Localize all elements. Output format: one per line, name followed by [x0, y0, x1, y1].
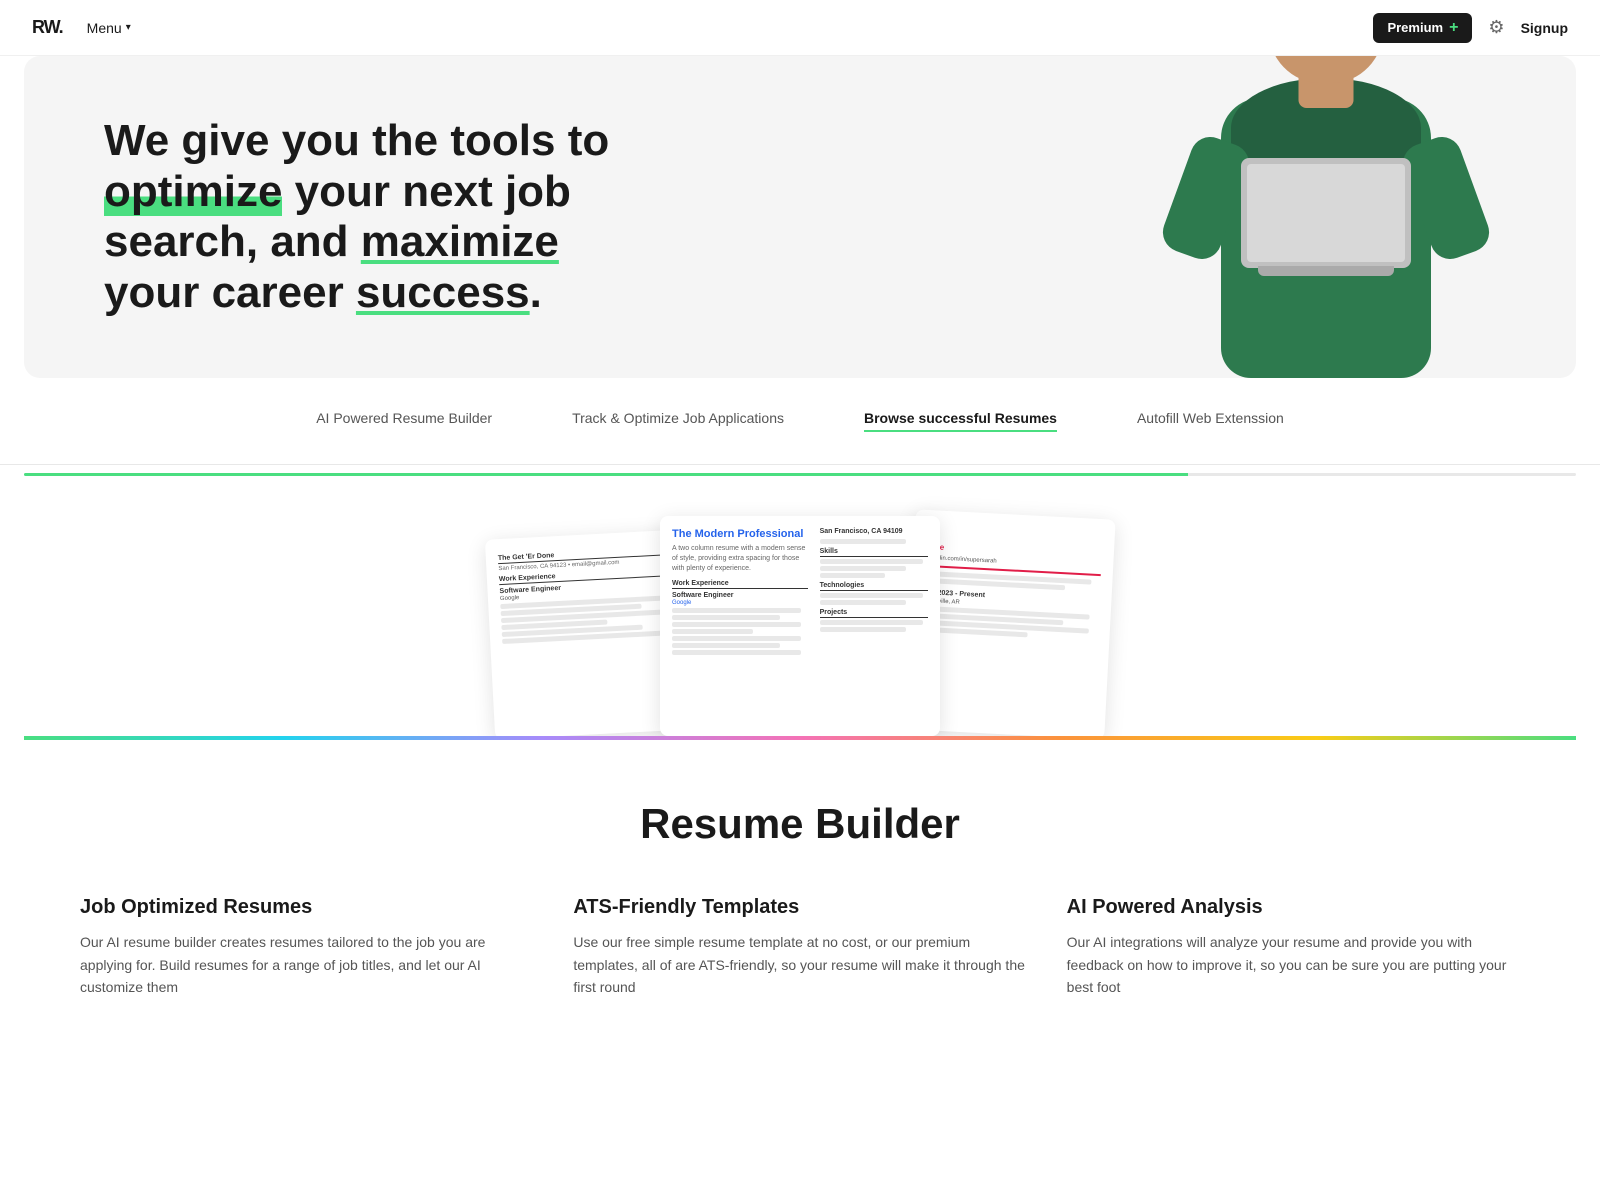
resume-center-rline7 [820, 620, 923, 625]
resume-center-line2 [672, 615, 780, 620]
resume-center-rline2 [820, 559, 923, 564]
premium-label: Premium [1387, 20, 1443, 35]
resume-center-rline3 [820, 566, 907, 571]
feature-tabs: AI Powered Resume Builder Track & Optimi… [0, 378, 1600, 465]
resume-center-projects-heading: Projects [820, 609, 928, 618]
hero-character [1156, 56, 1496, 378]
section-title: Resume Builder [80, 800, 1520, 848]
resume-center-title: The Modern Professional [672, 528, 808, 540]
premium-button[interactable]: Premium + [1373, 13, 1472, 43]
feature-desc-1: Use our free simple resume template at n… [573, 931, 1026, 998]
signup-button[interactable]: Signup [1521, 20, 1568, 36]
resume-center-line1 [672, 608, 801, 613]
features-grid: Job Optimized Resumes Our AI resume buil… [80, 896, 1520, 998]
nav-left: RW. Menu ▾ [32, 17, 131, 38]
resume-builder-section: Resume Builder Job Optimized Resumes Our… [0, 740, 1600, 1038]
feature-desc-0: Our AI resume builder creates resumes ta… [80, 931, 533, 998]
resume-center-rline4 [820, 573, 885, 578]
resume-center-right-col: San Francisco, CA 94109 Skills Technolog… [820, 528, 928, 656]
resume-center-rline6 [820, 600, 907, 605]
hero-section: We give you the tools to optimize your n… [24, 56, 1576, 378]
resume-center-job: Software Engineer [672, 592, 808, 599]
hero-highlight-success: success [356, 268, 530, 317]
resume-card-center: The Modern Professional A two column res… [660, 516, 940, 736]
logo[interactable]: RW. [32, 17, 63, 38]
resume-previews: The Get 'Er Done San Francisco, CA 94123… [0, 476, 1600, 736]
resume-center-we-heading: Work Experience [672, 580, 808, 589]
hero-text: We give you the tools to optimize your n… [104, 116, 664, 318]
premium-plus-icon: + [1449, 19, 1458, 37]
character-head [1269, 56, 1384, 83]
hero-highlight-optimize: optimize [104, 167, 282, 216]
resume-center-rline5 [820, 593, 923, 598]
menu-button[interactable]: Menu ▾ [87, 20, 131, 36]
character-wrapper [1156, 56, 1496, 378]
resume-center-subtitle: A two column resume with a modern sense … [672, 544, 808, 573]
resume-center-line5 [672, 636, 801, 641]
nav-right: Premium + ⚙ Signup [1373, 13, 1568, 43]
resume-center-skills-heading: Skills [820, 548, 928, 557]
feature-title-1: ATS-Friendly Templates [573, 896, 1026, 919]
resume-center-tech-heading: Technologies [820, 582, 928, 591]
tab-browse-resumes[interactable]: Browse successful Resumes [864, 410, 1057, 432]
resume-center-line6 [672, 643, 780, 648]
hero-highlight-maximize: maximize [361, 217, 559, 266]
tab-track-jobs[interactable]: Track & Optimize Job Applications [572, 410, 784, 432]
feature-card-ats: ATS-Friendly Templates Use our free simp… [573, 896, 1026, 998]
feature-card-ai: AI Powered Analysis Our AI integrations … [1067, 896, 1520, 998]
character-laptop [1241, 158, 1411, 268]
resume-center-left-col: The Modern Professional A two column res… [672, 528, 808, 656]
settings-icon[interactable]: ⚙ [1488, 17, 1504, 38]
feature-title-0: Job Optimized Resumes [80, 896, 533, 919]
feature-title-2: AI Powered Analysis [1067, 896, 1520, 919]
hero-headline: We give you the tools to optimize your n… [104, 116, 664, 318]
chevron-down-icon: ▾ [126, 22, 131, 33]
feature-desc-2: Our AI integrations will analyze your re… [1067, 931, 1520, 998]
resume-center-line7 [672, 650, 801, 655]
menu-label: Menu [87, 20, 122, 36]
resume-center-line3 [672, 622, 801, 627]
resume-center-line4 [672, 629, 753, 634]
resume-center-company: Google [672, 600, 808, 606]
tab-autofill[interactable]: Autofill Web Extenssion [1137, 410, 1284, 432]
navbar: RW. Menu ▾ Premium + ⚙ Signup [0, 0, 1600, 56]
resume-center-rline1 [820, 539, 907, 544]
tab-ai-resume[interactable]: AI Powered Resume Builder [316, 410, 492, 432]
resume-center-contact: San Francisco, CA 94109 [820, 528, 928, 535]
resume-center-columns: The Modern Professional A two column res… [672, 528, 928, 656]
feature-card-job-optimized: Job Optimized Resumes Our AI resume buil… [80, 896, 533, 998]
resume-center-rline8 [820, 627, 907, 632]
